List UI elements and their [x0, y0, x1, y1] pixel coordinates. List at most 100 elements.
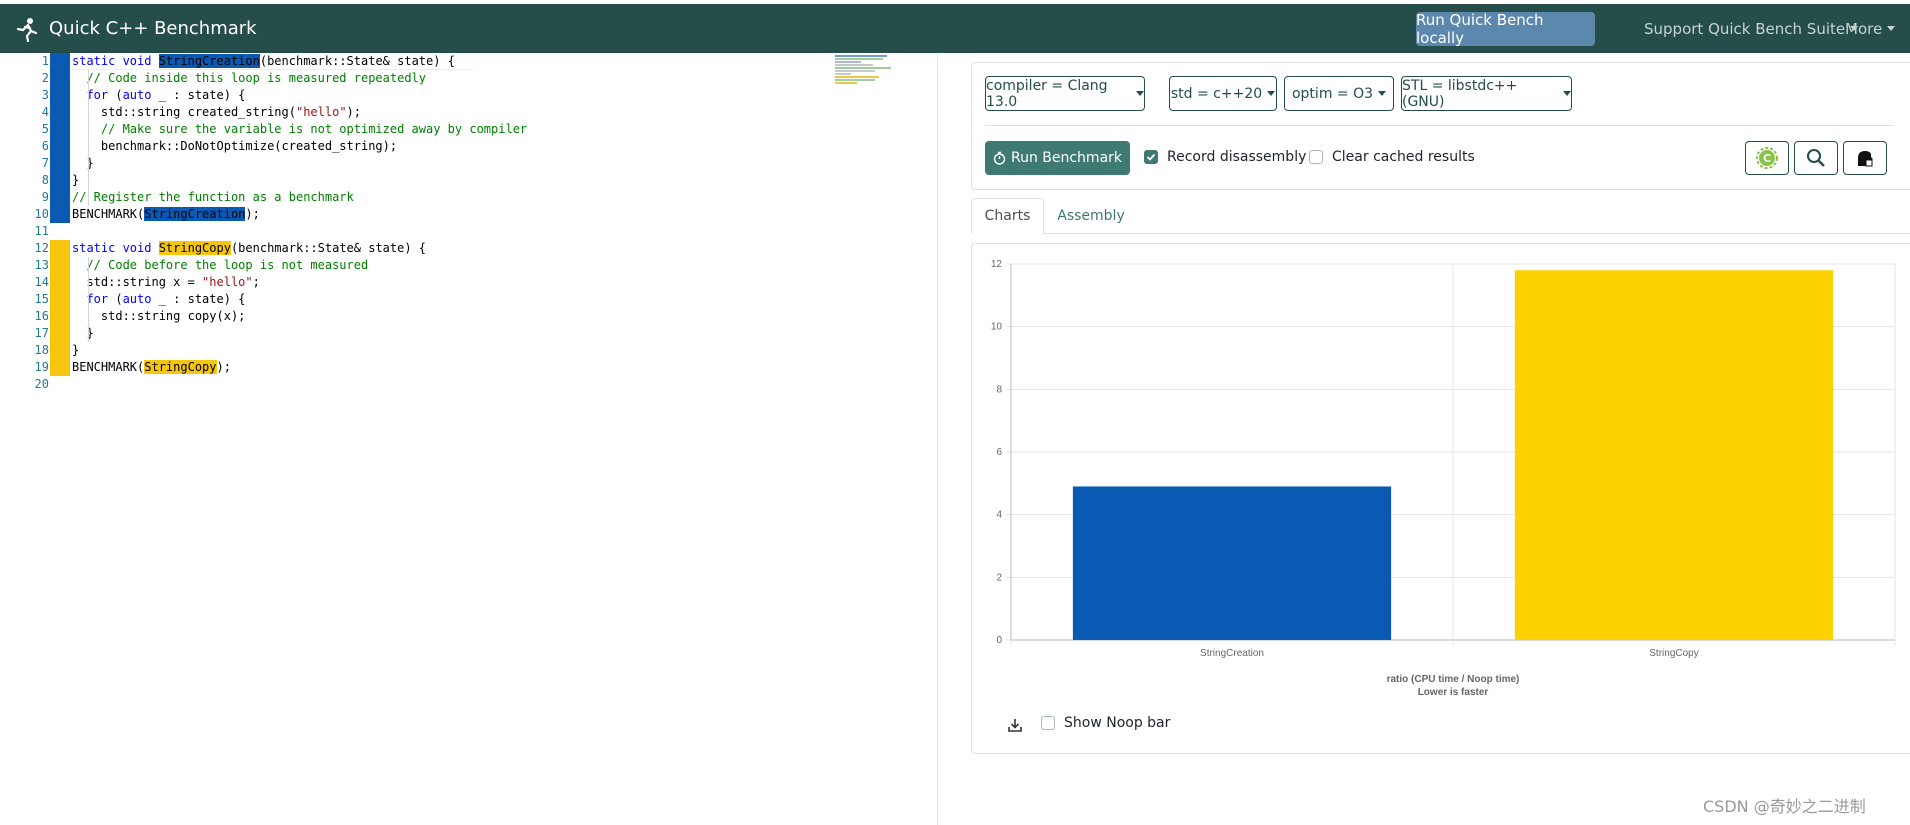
cppinsights-button[interactable]: C: [1745, 141, 1789, 175]
code-line[interactable]: // Code before the loop is not measured: [72, 257, 368, 274]
show-noop-label: Show Noop bar: [1064, 715, 1171, 731]
x-tick-label: StringCreation: [1200, 648, 1264, 659]
line-number: 1: [41, 54, 49, 68]
code-line[interactable]: }: [72, 342, 79, 359]
code-line[interactable]: }: [72, 155, 93, 172]
line-number: 2: [41, 71, 49, 85]
std-dropdown-label: std = c++20: [1170, 85, 1263, 102]
gutter-marker-yellow: [50, 291, 70, 308]
gutter-marker-blue: [50, 104, 70, 121]
code-line[interactable]: // Make sure the variable is not optimiz…: [72, 121, 527, 138]
clear-cache-label: Clear cached results: [1332, 149, 1475, 165]
checkbox-checked[interactable]: [1144, 150, 1158, 164]
highlight-stringcopy: StringCopy: [158, 241, 231, 255]
stl-dropdown[interactable]: STL = libstdc++(GNU): [1401, 76, 1572, 111]
chevron-down-icon: [1563, 91, 1571, 96]
code-line[interactable]: // Register the function as a benchmark: [72, 189, 354, 206]
code-line[interactable]: static void StringCreation(benchmark::St…: [72, 53, 455, 70]
gutter-marker-yellow: [50, 274, 70, 291]
run-locally-button[interactable]: Run Quick Bench locally: [1416, 11, 1595, 47]
support-menu[interactable]: Support Quick Bench Suite: [1644, 4, 1859, 53]
line-number: 6: [41, 139, 49, 153]
y-tick-label: 4: [996, 510, 1002, 521]
gutter-marker-blue: [50, 206, 70, 223]
tab-assembly[interactable]: Assembly: [1048, 198, 1134, 234]
run-benchmark-button[interactable]: Run Benchmark: [985, 141, 1130, 175]
compiler-dropdown[interactable]: compiler = Clang 13.0: [985, 76, 1145, 111]
checkbox-unchecked[interactable]: [1309, 150, 1323, 164]
panel-divider[interactable]: [937, 53, 938, 825]
code-line[interactable]: BENCHMARK(StringCopy);: [72, 359, 231, 376]
brand[interactable]: Quick C++ Benchmark: [14, 4, 257, 53]
std-dropdown[interactable]: std = c++20: [1169, 76, 1277, 111]
options-separator: [985, 125, 1894, 126]
build-bench-icon: [1858, 151, 1873, 167]
line-number: 17: [34, 326, 49, 340]
svg-text:C: C: [1763, 152, 1771, 165]
code-line[interactable]: }: [72, 325, 93, 342]
code-line[interactable]: BENCHMARK(StringCreation);: [72, 206, 260, 223]
chevron-down-icon: [1378, 91, 1387, 96]
line-number: 15: [34, 292, 49, 306]
gutter-marker-blue: [50, 138, 70, 155]
gutter-marker-yellow: [50, 308, 70, 325]
top-navbar: Quick C++ Benchmark Run Quick Bench loca…: [0, 4, 1910, 53]
gutter-marker-yellow: [50, 240, 70, 257]
code-line[interactable]: std::string created_string("hello");: [72, 104, 361, 121]
x-axis-subtitle: Lower is faster: [1418, 687, 1489, 698]
gutter-marker-blue: [50, 87, 70, 104]
line-number: 16: [34, 309, 49, 323]
checkbox-unchecked[interactable]: [1041, 716, 1055, 730]
gutter-marker-blue: [50, 121, 70, 138]
line-number: 4: [41, 105, 49, 119]
x-axis-title: ratio (CPU time / Noop time): [1387, 674, 1520, 685]
record-disassembly-checkbox[interactable]: Record disassembly: [1144, 149, 1306, 165]
line-number: 9: [41, 190, 49, 204]
compiler-dropdown-label: compiler = Clang 13.0: [986, 77, 1108, 110]
y-tick-label: 8: [996, 384, 1002, 395]
line-number: 10: [34, 207, 49, 221]
line-number: 14: [34, 275, 49, 289]
x-tick-label: StringCopy: [1649, 648, 1698, 659]
code-line[interactable]: static void StringCopy(benchmark::State&…: [72, 240, 426, 257]
code-line[interactable]: std::string x = "hello";: [72, 274, 259, 291]
editor-minimap[interactable]: [835, 55, 895, 105]
chevron-down-icon: [1887, 26, 1896, 31]
godbolt-button[interactable]: [1794, 141, 1838, 175]
highlight-stringcreation: StringCreation: [144, 207, 246, 221]
gutter-marker-yellow: [50, 342, 70, 359]
code-line[interactable]: }: [72, 172, 79, 189]
y-tick-label: 6: [996, 447, 1002, 458]
code-line[interactable]: // Code inside this loop is measured rep…: [72, 70, 426, 87]
y-tick-label: 10: [991, 322, 1003, 333]
line-number: 7: [41, 156, 49, 170]
bar-stringcreation: [1072, 486, 1392, 640]
optim-dropdown-label: optim = O3: [1291, 85, 1374, 102]
code-line[interactable]: benchmark::DoNotOptimize(created_string)…: [72, 138, 397, 155]
code-line[interactable]: std::string copy(x);: [72, 308, 246, 325]
y-tick-label: 12: [991, 259, 1003, 270]
line-number: 8: [41, 173, 49, 187]
more-menu[interactable]: More: [1845, 4, 1896, 53]
tab-charts[interactable]: Charts: [971, 198, 1044, 234]
line-number: 20: [34, 377, 49, 391]
show-noop-checkbox[interactable]: Show Noop bar: [1041, 715, 1170, 731]
line-number: 11: [34, 224, 49, 238]
highlight-stringcopy: StringCopy: [144, 360, 217, 374]
chevron-down-icon: [1136, 91, 1144, 96]
indent-guide: [88, 70, 89, 206]
line-number: 3: [41, 88, 49, 102]
highlight-stringcreation: StringCreation: [158, 54, 260, 68]
run-benchmark-label: Run Benchmark: [1010, 150, 1123, 166]
gutter-marker-blue: [50, 172, 70, 189]
clear-cache-checkbox[interactable]: Clear cached results: [1309, 149, 1475, 165]
code-editor[interactable]: 1 static void StringCreation(benchmark::…: [0, 53, 937, 825]
optim-dropdown[interactable]: optim = O3: [1284, 76, 1394, 111]
code-line[interactable]: for (auto _ : state) {: [72, 87, 245, 104]
check-icon: [1146, 153, 1156, 161]
build-bench-button[interactable]: [1843, 141, 1887, 175]
record-disassembly-label: Record disassembly: [1167, 149, 1307, 165]
download-icon[interactable]: [1007, 717, 1023, 733]
code-line[interactable]: for (auto _ : state) {: [72, 291, 245, 308]
line-number: 18: [34, 343, 49, 357]
